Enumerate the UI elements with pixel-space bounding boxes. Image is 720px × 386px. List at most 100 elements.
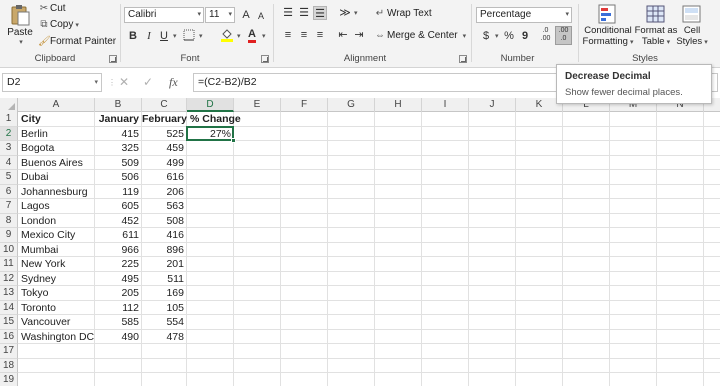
cell-january[interactable]: 119 <box>95 185 142 200</box>
cell-february[interactable]: 416 <box>142 228 187 243</box>
font-name-select[interactable]: Calibri ▾ <box>124 7 204 23</box>
cell-january[interactable]: 585 <box>95 315 142 330</box>
conditional-formatting-button[interactable]: Conditional Formatting ▾ <box>583 3 633 48</box>
increase-font-button[interactable]: A <box>239 8 253 22</box>
cell-february[interactable]: 616 <box>142 170 187 185</box>
row-header-15[interactable]: 15 <box>0 315 18 330</box>
currency-button[interactable]: $ <box>479 29 493 43</box>
percent-button[interactable]: % <box>502 29 516 43</box>
fill-color-button[interactable] <box>220 28 234 42</box>
row-header-7[interactable]: 7 <box>0 199 18 214</box>
row-header-16[interactable]: 16 <box>0 329 18 344</box>
cell-city[interactable]: New York <box>20 257 65 272</box>
cell-february[interactable]: 896 <box>142 243 187 258</box>
comma-style-button[interactable]: 9 <box>518 29 532 43</box>
row-header-12[interactable]: 12 <box>0 271 18 286</box>
name-box[interactable]: D2 ▾ <box>2 73 102 92</box>
font-color-button[interactable]: A <box>245 27 259 43</box>
chevron-down-icon[interactable]: ▾ <box>495 32 499 40</box>
cell-city[interactable]: Tokyo <box>20 286 48 301</box>
font-launcher-icon[interactable] <box>261 55 269 63</box>
chevron-down-icon[interactable]: ▾ <box>237 32 241 40</box>
cell-city[interactable]: Sydney <box>20 272 56 287</box>
enter-icon[interactable]: ✓ <box>143 75 153 89</box>
column-header-c[interactable]: C <box>142 98 187 112</box>
align-center-button[interactable]: ≡ <box>297 28 311 42</box>
row-header-6[interactable]: 6 <box>0 184 18 199</box>
chevron-down-icon[interactable]: ▾ <box>199 32 203 40</box>
row-header-17[interactable]: 17 <box>0 344 18 359</box>
cell-city[interactable]: Toronto <box>20 301 56 316</box>
insert-function-icon[interactable]: fx <box>169 75 178 90</box>
cell-february[interactable]: 459 <box>142 141 187 156</box>
row-header-18[interactable]: 18 <box>0 358 18 373</box>
column-header-a[interactable]: A <box>18 98 95 112</box>
decrease-decimal-button[interactable]: .00.0 <box>555 26 572 45</box>
cell-february[interactable]: 478 <box>142 330 187 345</box>
row-header-9[interactable]: 9 <box>0 228 18 243</box>
decrease-indent-button[interactable]: ⇤ <box>336 28 350 42</box>
column-header-e[interactable]: E <box>234 98 281 112</box>
align-middle-button[interactable]: ☰ <box>297 6 311 20</box>
cell-january[interactable]: 611 <box>95 228 142 243</box>
italic-button[interactable]: I <box>142 29 156 43</box>
cell-january[interactable]: 509 <box>95 156 142 171</box>
cell-city[interactable]: Buenos Aires <box>20 156 83 171</box>
row-header-13[interactable]: 13 <box>0 286 18 301</box>
cell-january[interactable]: 495 <box>95 272 142 287</box>
chevron-down-icon[interactable]: ▾ <box>262 32 266 40</box>
cell-february[interactable]: 563 <box>142 199 187 214</box>
merge-center-button[interactable]: ⇔ Merge & Center ▾ <box>373 30 466 41</box>
cell-january[interactable]: 325 <box>95 141 142 156</box>
cell-january[interactable]: 452 <box>95 214 142 229</box>
alignment-launcher-icon[interactable] <box>459 55 467 63</box>
cut-button[interactable]: ✂ Cut <box>38 3 66 14</box>
format-painter-button[interactable]: 🖌 Format Painter <box>38 36 116 47</box>
align-right-button[interactable]: ≡ <box>313 28 327 42</box>
cell-city[interactable]: Mexico City <box>20 228 75 243</box>
cell-city[interactable]: Washington DC <box>20 330 94 345</box>
row-header-11[interactable]: 11 <box>0 257 18 272</box>
row-header-19[interactable]: 19 <box>0 373 18 386</box>
cell-city[interactable]: Dubai <box>20 170 48 185</box>
underline-button[interactable]: U <box>157 29 171 43</box>
column-header-j[interactable]: J <box>469 98 516 112</box>
chevron-down-icon[interactable]: ▾ <box>173 32 177 40</box>
cell-january[interactable]: 225 <box>95 257 142 272</box>
row-header-5[interactable]: 5 <box>0 170 18 185</box>
copy-button[interactable]: ⧉ Copy ▾ <box>38 19 78 30</box>
cell-february[interactable]: 206 <box>142 185 187 200</box>
cancel-icon[interactable]: ✕ <box>119 75 129 89</box>
wrap-text-button[interactable]: ↵ Wrap Text <box>373 8 432 19</box>
cell-january[interactable]: 205 <box>95 286 142 301</box>
cell-january[interactable]: 966 <box>95 243 142 258</box>
orientation-button[interactable]: ≫ <box>338 6 352 20</box>
cell-styles-button[interactable]: Cell Styles ▾ <box>676 3 708 48</box>
column-header-h[interactable]: H <box>375 98 422 112</box>
clipboard-launcher-icon[interactable] <box>109 55 117 63</box>
cell-february[interactable]: 169 <box>142 286 187 301</box>
align-bottom-button[interactable]: ☰ <box>313 6 327 20</box>
cell-february[interactable]: 508 <box>142 214 187 229</box>
row-header-4[interactable]: 4 <box>0 155 18 170</box>
column-header-f[interactable]: F <box>281 98 328 112</box>
chevron-down-icon[interactable]: ▾ <box>354 9 358 17</box>
cell-city[interactable]: London <box>20 214 56 229</box>
row-header-8[interactable]: 8 <box>0 213 18 228</box>
column-header-i[interactable]: I <box>422 98 469 112</box>
cell-february[interactable]: 511 <box>142 272 187 287</box>
increase-decimal-button[interactable]: .0.00 <box>538 27 553 44</box>
cell-january[interactable]: 506 <box>95 170 142 185</box>
row-header-10[interactable]: 10 <box>0 242 18 257</box>
column-header-b[interactable]: B <box>95 98 142 112</box>
paste-button[interactable]: Paste ▾ <box>6 4 34 46</box>
align-top-button[interactable]: ☰ <box>281 6 295 20</box>
row-header-3[interactable]: 3 <box>0 141 18 156</box>
cell-january[interactable]: 605 <box>95 199 142 214</box>
increase-indent-button[interactable]: ⇥ <box>352 28 366 42</box>
cell-february[interactable]: 554 <box>142 315 187 330</box>
cell-header-february[interactable]: February <box>142 112 187 127</box>
row-header-14[interactable]: 14 <box>0 300 18 315</box>
fill-handle[interactable] <box>231 138 236 143</box>
format-as-table-button[interactable]: Format as Table ▾ <box>635 3 677 48</box>
